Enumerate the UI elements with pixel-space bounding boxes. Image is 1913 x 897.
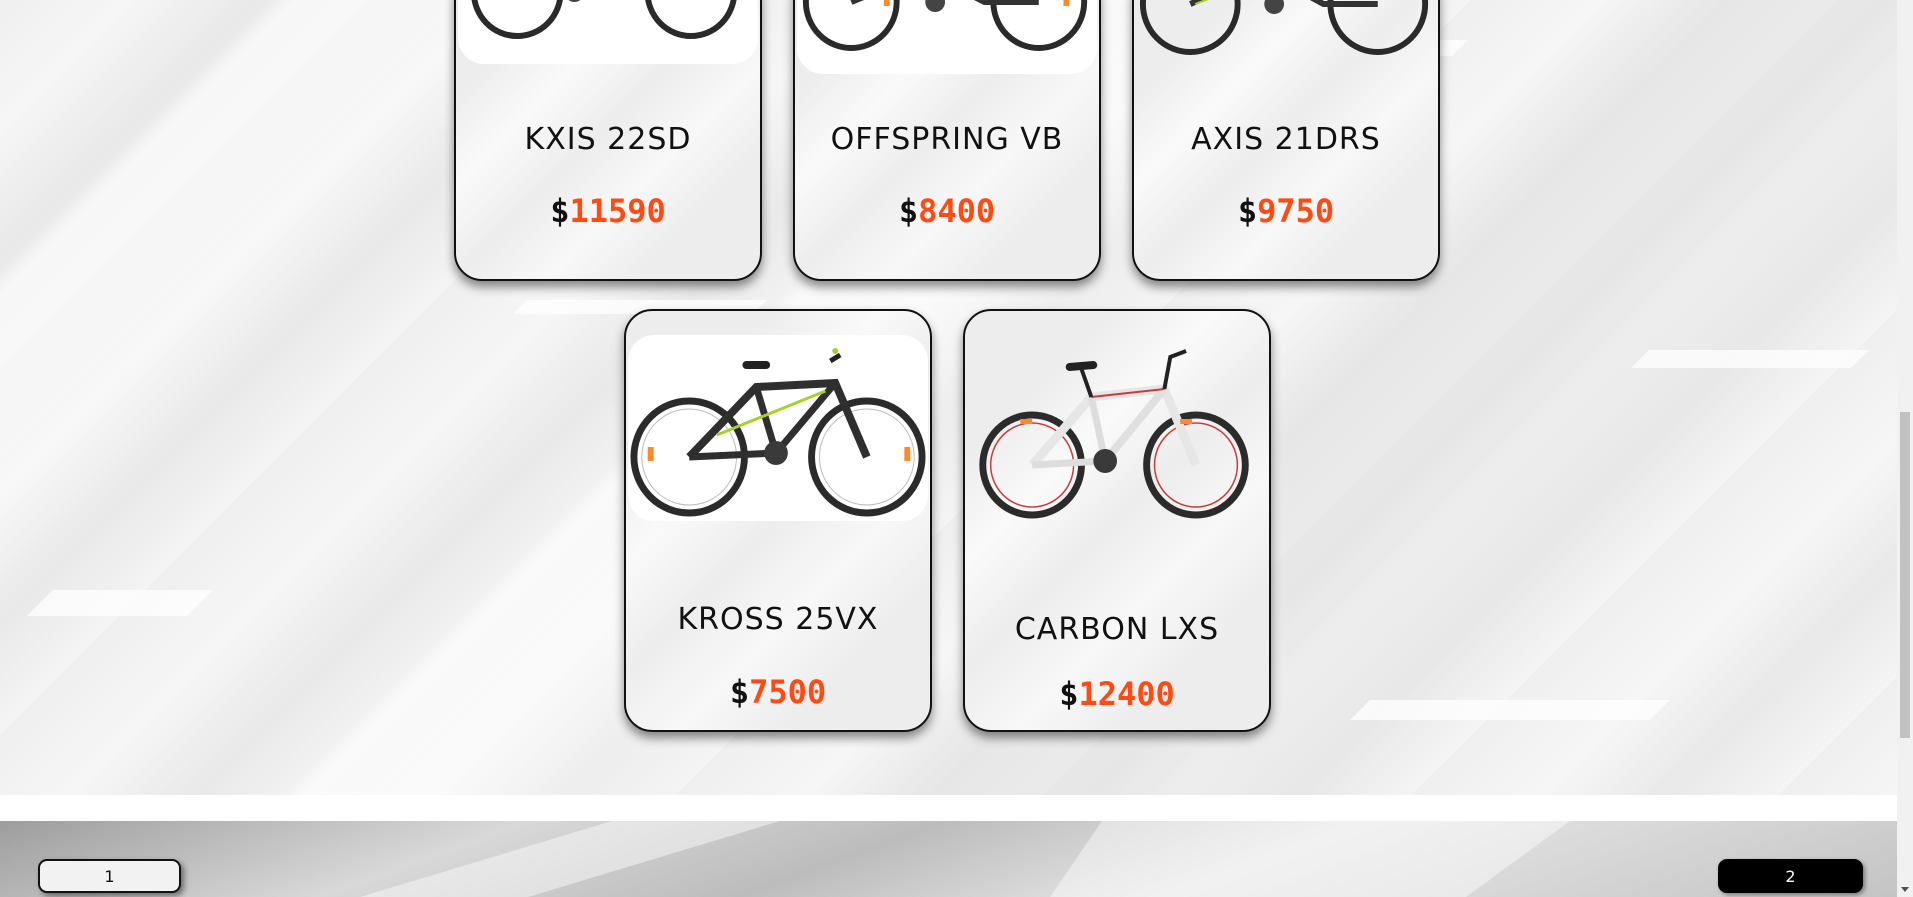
product-name: KXIS 22SD — [524, 122, 692, 157]
product-name: OFFSPRING VB — [830, 122, 1064, 157]
product-image — [458, 0, 758, 64]
product-image — [1136, 0, 1436, 74]
product-image — [797, 0, 1097, 74]
product-card[interactable]: OFFSPRING VB $8400 — [793, 0, 1101, 281]
product-image — [628, 335, 928, 521]
product-price: $12400 — [1059, 675, 1175, 713]
scrollbar-thumb[interactable] — [1900, 412, 1910, 738]
product-image — [967, 335, 1267, 521]
product-name: AXIS 21DRS — [1191, 122, 1381, 157]
product-card[interactable]: AXIS 21DRS $9750 — [1132, 0, 1440, 281]
vertical-scrollbar[interactable] — [1897, 0, 1913, 897]
page-button-2[interactable]: 2 — [1718, 859, 1863, 893]
section-divider — [0, 795, 1897, 821]
product-name: KROSS 25VX — [677, 602, 879, 637]
product-price: $8400 — [898, 192, 996, 230]
page-button-1[interactable]: 1 — [38, 859, 181, 893]
product-price: $7500 — [729, 673, 827, 711]
product-card[interactable]: CARBON LXS $12400 — [963, 309, 1271, 732]
product-price: $9750 — [1237, 192, 1335, 230]
product-card[interactable]: KXIS 22SD $11590 — [454, 0, 762, 281]
product-card[interactable]: KROSS 25VX $7500 — [624, 309, 932, 732]
pagination-bar — [0, 821, 1897, 897]
scroll-down-arrow-icon[interactable] — [1901, 887, 1909, 892]
product-price: $11590 — [550, 192, 666, 230]
product-name: CARBON LXS — [1014, 612, 1220, 647]
